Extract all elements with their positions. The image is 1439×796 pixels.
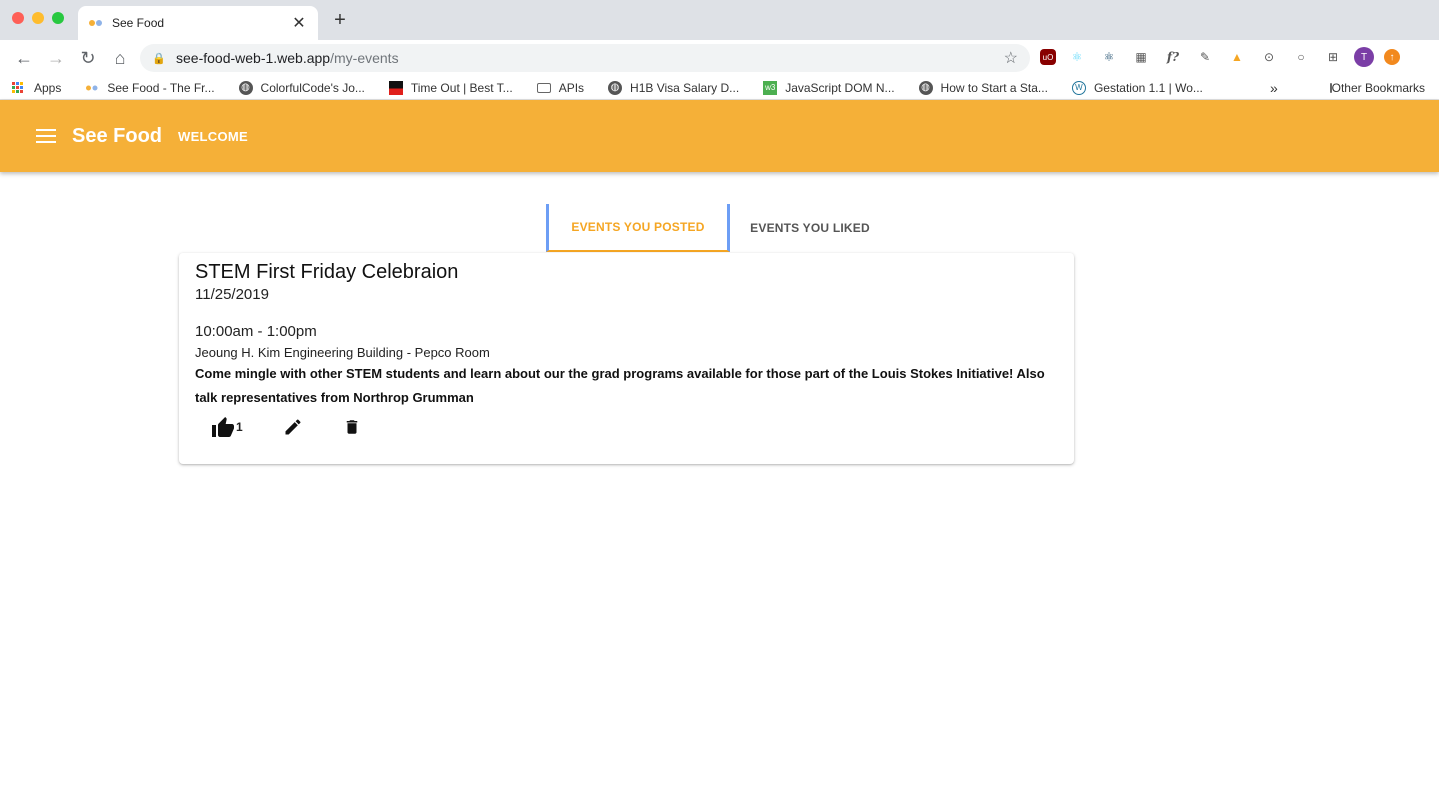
layout-extension-icon[interactable]: ▦ bbox=[1130, 46, 1152, 68]
menu-icon[interactable] bbox=[36, 129, 56, 143]
code-extension-icon[interactable]: ⊙ bbox=[1258, 46, 1280, 68]
bookmark-label: Gestation 1.1 | Wo... bbox=[1093, 80, 1203, 95]
puzzle-extension-icon[interactable]: ⊞ bbox=[1322, 46, 1344, 68]
extensions-area: uO ⚛ ⚛ ▦ f? ✎ ▲ ⊙ ○ ⊞ T ↑ bbox=[1040, 46, 1400, 68]
url-host: see-food-web-1.web.app bbox=[176, 50, 331, 66]
see-food-favicon-icon bbox=[88, 15, 104, 31]
apps-grid-icon bbox=[12, 81, 26, 95]
bookmark-js-dom[interactable]: w3 JavaScript DOM N... bbox=[763, 80, 895, 95]
delete-button[interactable] bbox=[343, 417, 361, 437]
address-bar[interactable]: 🔒 see-food-web-1.web.app/my-events ☆ bbox=[140, 44, 1030, 72]
update-icon[interactable]: ↑ bbox=[1384, 49, 1400, 65]
bookmark-h1b[interactable]: ◍ H1B Visa Salary D... bbox=[608, 80, 740, 95]
minimize-window-button[interactable] bbox=[32, 12, 44, 24]
more-bookmarks-chevron-icon[interactable]: » bbox=[1270, 80, 1278, 96]
bookmark-star-icon[interactable]: ☆ bbox=[1004, 48, 1018, 68]
browser-toolbar: ← → ↻ ⌂ 🔒 see-food-web-1.web.app/my-even… bbox=[0, 40, 1439, 76]
bookmark-see-food[interactable]: See Food - The Fr... bbox=[85, 80, 215, 95]
event-time: 10:00am - 1:00pm bbox=[195, 323, 317, 340]
bookmarks-bar: Apps See Food - The Fr... ◍ ColorfulCode… bbox=[0, 76, 1439, 100]
bookmark-label: Time Out | Best T... bbox=[410, 80, 513, 95]
app-header: See Food WELCOME bbox=[0, 100, 1439, 172]
folder-icon bbox=[536, 82, 551, 93]
tab-events-liked[interactable]: EVENTS YOU LIKED bbox=[730, 204, 890, 252]
font-extension-icon[interactable]: f? bbox=[1162, 46, 1184, 68]
bookmark-apps[interactable]: Apps bbox=[12, 81, 61, 95]
bookmark-label: JavaScript DOM N... bbox=[785, 80, 895, 95]
event-actions: 1 bbox=[195, 416, 1058, 438]
window-controls bbox=[12, 12, 64, 24]
back-arrow-icon[interactable]: ← bbox=[8, 44, 40, 72]
event-description: Come mingle with other STEM students and… bbox=[195, 366, 1045, 405]
maximize-window-button[interactable] bbox=[52, 12, 64, 24]
bookmark-apis[interactable]: APIs bbox=[536, 80, 585, 95]
like-button[interactable]: 1 bbox=[211, 416, 243, 438]
firebase-extension-icon[interactable]: ▲ bbox=[1226, 46, 1248, 68]
tab-events-posted[interactable]: EVENTS YOU POSTED bbox=[546, 204, 730, 252]
timeout-favicon-icon bbox=[388, 80, 403, 95]
globe-icon: ◍ bbox=[608, 80, 623, 95]
bookmark-timeout[interactable]: Time Out | Best T... bbox=[388, 80, 513, 95]
bookmark-label: H1B Visa Salary D... bbox=[630, 80, 740, 95]
see-food-favicon-icon bbox=[85, 81, 99, 95]
browser-tab-title: See Food bbox=[112, 16, 165, 30]
wordpress-icon: W bbox=[1071, 80, 1086, 95]
reload-icon[interactable]: ↻ bbox=[72, 44, 104, 72]
bookmark-label: See Food - The Fr... bbox=[107, 80, 215, 95]
profile-avatar[interactable]: T bbox=[1354, 47, 1374, 67]
bookmark-label: APIs bbox=[558, 80, 585, 95]
ublock-extension-icon[interactable]: uO bbox=[1040, 49, 1056, 65]
thumbs-up-icon bbox=[211, 416, 235, 438]
globe-icon: ◍ bbox=[238, 80, 253, 95]
browser-tab[interactable]: See Food ✕ bbox=[78, 6, 318, 40]
url-path: /my-events bbox=[330, 50, 399, 66]
home-icon[interactable]: ⌂ bbox=[104, 44, 136, 72]
bookmark-colorfulcode[interactable]: ◍ ColorfulCode's Jo... bbox=[238, 80, 365, 95]
like-count: 1 bbox=[236, 420, 243, 434]
bookmark-startup[interactable]: ◍ How to Start a Sta... bbox=[918, 80, 1048, 95]
browser-tabstrip: See Food ✕ + bbox=[0, 0, 1439, 40]
w3-favicon-icon: w3 bbox=[763, 80, 778, 95]
lock-icon: 🔒 bbox=[152, 52, 166, 65]
forward-arrow-icon[interactable]: → bbox=[40, 44, 72, 72]
close-tab-icon[interactable]: ✕ bbox=[290, 13, 308, 33]
close-window-button[interactable] bbox=[12, 12, 24, 24]
events-tabs: EVENTS YOU POSTED EVENTS YOU LIKED bbox=[546, 204, 890, 252]
bookmark-gestation[interactable]: W Gestation 1.1 | Wo... bbox=[1071, 80, 1203, 95]
eyedropper-extension-icon[interactable]: ✎ bbox=[1194, 46, 1216, 68]
event-location: Jeoung H. Kim Engineering Building - Pep… bbox=[195, 345, 490, 360]
event-card: STEM First Friday Celebraion 11/25/2019 … bbox=[179, 253, 1074, 464]
bookmark-label: Apps bbox=[34, 80, 62, 95]
trash-icon bbox=[343, 417, 361, 437]
other-bookmarks-label: Other Bookmarks bbox=[1331, 80, 1425, 95]
edit-button[interactable] bbox=[283, 417, 303, 437]
app-brand[interactable]: See Food bbox=[72, 125, 162, 148]
pencil-icon bbox=[283, 417, 303, 437]
event-date: 11/25/2019 bbox=[195, 286, 269, 303]
event-title: STEM First Friday Celebraion bbox=[195, 261, 459, 283]
circle-extension-icon[interactable]: ○ bbox=[1290, 46, 1312, 68]
react-devtools-extension-icon[interactable]: ⚛ bbox=[1066, 46, 1088, 68]
new-tab-icon[interactable]: + bbox=[330, 9, 350, 32]
other-bookmarks[interactable]: Other Bookmarks bbox=[1329, 80, 1425, 95]
bookmark-label: How to Start a Sta... bbox=[940, 80, 1048, 95]
redux-devtools-extension-icon[interactable]: ⚛ bbox=[1098, 46, 1120, 68]
welcome-link[interactable]: WELCOME bbox=[178, 129, 248, 144]
bookmark-label: ColorfulCode's Jo... bbox=[260, 80, 365, 95]
globe-icon: ◍ bbox=[918, 80, 933, 95]
